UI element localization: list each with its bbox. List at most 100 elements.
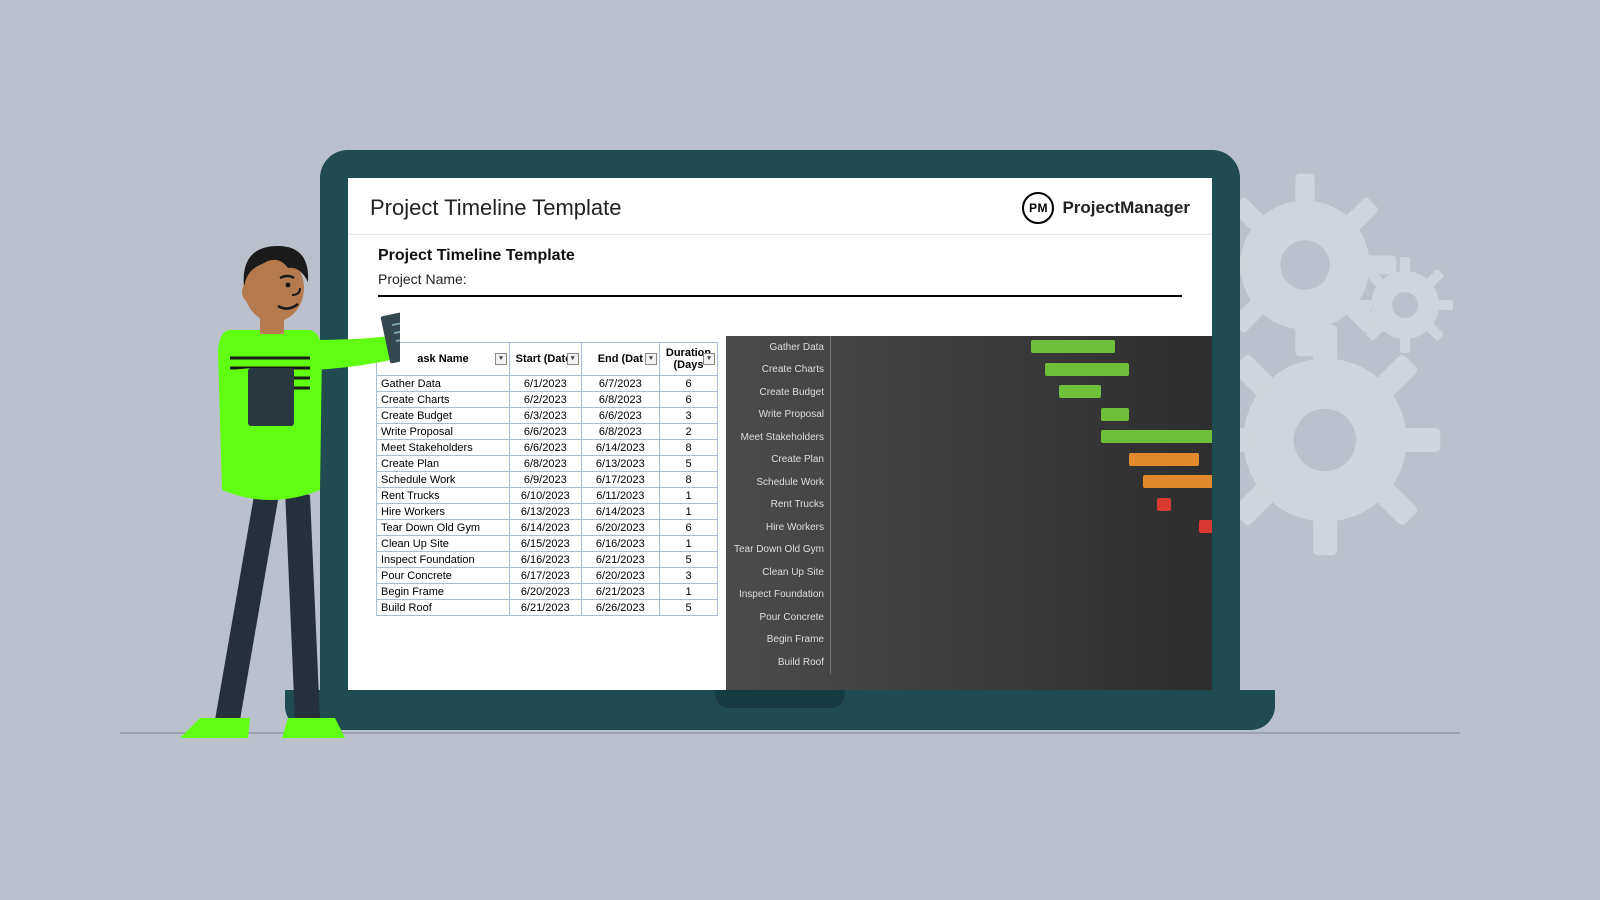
project-name-label: Project Name:: [378, 271, 1182, 287]
cell-start: 6/10/2023: [509, 488, 581, 504]
divider: [378, 295, 1182, 297]
chevron-down-icon[interactable]: ▾: [703, 353, 715, 365]
gantt-track: [831, 516, 1212, 539]
gantt-bar[interactable]: [1199, 520, 1212, 533]
gantt-bar[interactable]: [1143, 475, 1212, 488]
cell-dur: 5: [660, 552, 718, 568]
chevron-down-icon[interactable]: ▾: [567, 353, 579, 365]
gantt-label: Gather Data: [726, 336, 831, 359]
cell-start: 6/17/2023: [509, 568, 581, 584]
gantt-row: Create Plan: [726, 449, 1212, 472]
cell-start: 6/9/2023: [509, 472, 581, 488]
table-row[interactable]: Build Roof6/21/20236/26/20235: [377, 600, 718, 616]
gantt-bar[interactable]: [1045, 363, 1129, 376]
brand: PM ProjectManager: [1022, 192, 1190, 224]
cell-start: 6/1/2023: [509, 376, 581, 392]
cell-dur: 8: [660, 472, 718, 488]
task-table-wrap: ask Name▾ Start (Date)▾ End (Dat▾ Durati…: [348, 336, 718, 690]
table-row[interactable]: Inspect Foundation6/16/20236/21/20235: [377, 552, 718, 568]
gantt-bar[interactable]: [1101, 408, 1129, 421]
table-row[interactable]: Pour Concrete6/17/20236/20/20233: [377, 568, 718, 584]
gantt-label: Inspect Foundation: [726, 584, 831, 607]
gantt-chart: Gather DataCreate ChartsCreate BudgetWri…: [726, 336, 1212, 690]
gantt-bar[interactable]: [1101, 430, 1212, 443]
gantt-label: Rent Trucks: [726, 494, 831, 517]
table-row[interactable]: Meet Stakeholders6/6/20236/14/20238: [377, 440, 718, 456]
table-row[interactable]: Clean Up Site6/15/20236/16/20231: [377, 536, 718, 552]
app-screen: Project Timeline Template PM ProjectMana…: [348, 178, 1212, 690]
brand-name: ProjectManager: [1062, 198, 1190, 218]
laptop-illustration: Project Timeline Template PM ProjectMana…: [320, 150, 1240, 730]
cell-end: 6/17/2023: [581, 472, 659, 488]
gantt-bar[interactable]: [1031, 340, 1115, 353]
header: Project Timeline Template PM ProjectMana…: [348, 178, 1212, 235]
gantt-label: Meet Stakeholders: [726, 426, 831, 449]
cell-end: 6/14/2023: [581, 440, 659, 456]
cell-dur: 6: [660, 376, 718, 392]
cell-end: 6/20/2023: [581, 568, 659, 584]
gantt-track: [831, 404, 1212, 427]
cell-start: 6/21/2023: [509, 600, 581, 616]
table-row[interactable]: Schedule Work6/9/20236/17/20238: [377, 472, 718, 488]
gantt-track: [831, 629, 1212, 652]
cell-dur: 3: [660, 408, 718, 424]
brand-badge-icon: PM: [1022, 192, 1054, 224]
gantt-track: [831, 651, 1212, 674]
cell-dur: 2: [660, 424, 718, 440]
laptop-base: [285, 690, 1275, 730]
person-illustration: [160, 240, 400, 760]
gantt-label: Schedule Work: [726, 471, 831, 494]
cell-dur: 6: [660, 520, 718, 536]
cell-dur: 1: [660, 488, 718, 504]
table-row[interactable]: Rent Trucks6/10/20236/11/20231: [377, 488, 718, 504]
gantt-track: [831, 539, 1212, 562]
gantt-row: Rent Trucks: [726, 494, 1212, 517]
cell-dur: 5: [660, 600, 718, 616]
gantt-track: [831, 606, 1212, 629]
cell-start: 6/13/2023: [509, 504, 581, 520]
cell-end: 6/7/2023: [581, 376, 659, 392]
gear-icon: [1205, 320, 1445, 560]
table-row[interactable]: Hire Workers6/13/20236/14/20231: [377, 504, 718, 520]
cell-start: 6/15/2023: [509, 536, 581, 552]
gantt-track: [831, 449, 1212, 472]
gantt-bar[interactable]: [1157, 498, 1171, 511]
gantt-bar[interactable]: [1129, 453, 1199, 466]
gantt-bar[interactable]: [1059, 385, 1101, 398]
gantt-label: Create Budget: [726, 381, 831, 404]
cell-start: 6/6/2023: [509, 424, 581, 440]
gantt-row: Create Charts: [726, 359, 1212, 382]
col-dur[interactable]: Duration (Days▾: [660, 343, 718, 376]
cell-end: 6/16/2023: [581, 536, 659, 552]
gantt-track: [831, 494, 1212, 517]
gantt-track: [831, 359, 1212, 382]
gantt-label: Build Roof: [726, 651, 831, 674]
cell-dur: 5: [660, 456, 718, 472]
cell-dur: 8: [660, 440, 718, 456]
cell-start: 6/6/2023: [509, 440, 581, 456]
cell-end: 6/21/2023: [581, 552, 659, 568]
gantt-track: [831, 471, 1212, 494]
cell-end: 6/6/2023: [581, 408, 659, 424]
gantt-track: [831, 381, 1212, 404]
col-start[interactable]: Start (Date)▾: [509, 343, 581, 376]
table-row[interactable]: Tear Down Old Gym6/14/20236/20/20236: [377, 520, 718, 536]
cell-end: 6/13/2023: [581, 456, 659, 472]
table-row[interactable]: Create Budget6/3/20236/6/20233: [377, 408, 718, 424]
gantt-row: Schedule Work: [726, 471, 1212, 494]
cell-start: 6/2/2023: [509, 392, 581, 408]
chevron-down-icon[interactable]: ▾: [645, 353, 657, 365]
cell-end: 6/11/2023: [581, 488, 659, 504]
cell-start: 6/20/2023: [509, 584, 581, 600]
col-end[interactable]: End (Dat▾: [581, 343, 659, 376]
table-row[interactable]: Gather Data6/1/20236/7/20236: [377, 376, 718, 392]
table-row[interactable]: Begin Frame6/20/20236/21/20231: [377, 584, 718, 600]
table-row[interactable]: Create Charts6/2/20236/8/20236: [377, 392, 718, 408]
table-row[interactable]: Write Proposal6/6/20236/8/20232: [377, 424, 718, 440]
chevron-down-icon[interactable]: ▾: [495, 353, 507, 365]
cell-dur: 1: [660, 504, 718, 520]
gantt-label: Tear Down Old Gym: [726, 539, 831, 562]
gantt-row: Build Roof: [726, 651, 1212, 674]
table-row[interactable]: Create Plan6/8/20236/13/20235: [377, 456, 718, 472]
gantt-row: Pour Concrete: [726, 606, 1212, 629]
